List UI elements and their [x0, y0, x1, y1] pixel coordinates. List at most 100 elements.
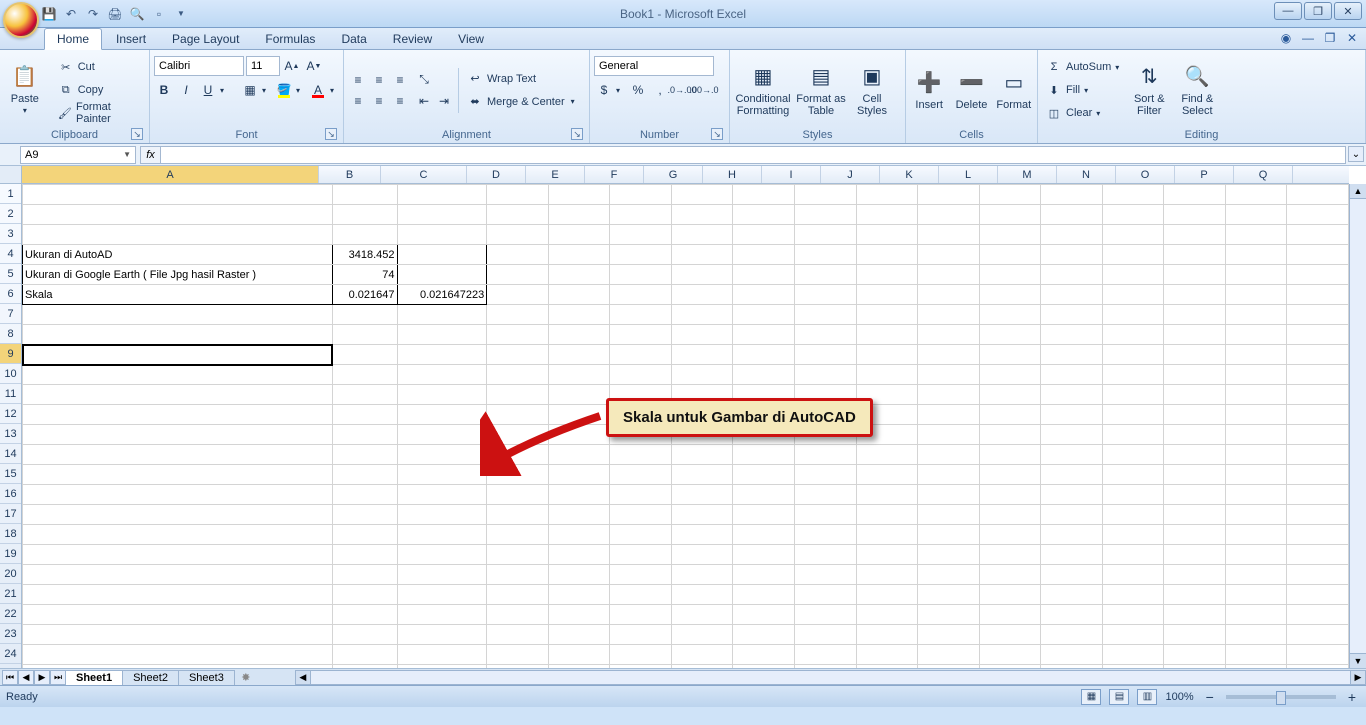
redo-icon[interactable]: ↷ — [84, 5, 102, 23]
cell-B14[interactable] — [332, 445, 397, 465]
cell-O16[interactable] — [1164, 485, 1226, 505]
undo-icon[interactable]: ↶ — [62, 5, 80, 23]
normal-view-button[interactable]: ▦ — [1081, 689, 1101, 705]
cell-A1[interactable] — [23, 185, 333, 205]
underline-button[interactable]: U — [198, 80, 218, 100]
cell-N16[interactable] — [1102, 485, 1164, 505]
cell-H14[interactable] — [733, 445, 795, 465]
cell-G3[interactable] — [671, 225, 733, 245]
cell-A3[interactable] — [23, 225, 333, 245]
cell-K24[interactable] — [918, 645, 980, 665]
cell-I9[interactable] — [794, 345, 856, 365]
cell-G2[interactable] — [671, 205, 733, 225]
row-header-19[interactable]: 19 — [0, 544, 21, 564]
fill-color-dropdown[interactable]: ▾ — [296, 86, 306, 95]
column-header-F[interactable]: F — [585, 166, 644, 183]
cell-G14[interactable] — [671, 445, 733, 465]
cell-C23[interactable] — [397, 625, 487, 645]
cell-I1[interactable] — [794, 185, 856, 205]
number-format-select[interactable] — [594, 56, 714, 76]
close-workbook-button[interactable]: ✕ — [1344, 30, 1360, 46]
cell-A18[interactable] — [23, 525, 333, 545]
cell-P8[interactable] — [1225, 325, 1287, 345]
cell-E5[interactable] — [548, 265, 610, 285]
cell-O22[interactable] — [1164, 605, 1226, 625]
cell-A8[interactable] — [23, 325, 333, 345]
wrap-text-button[interactable]: ↩Wrap Text — [463, 68, 579, 90]
align-top-button[interactable]: ≡ — [348, 70, 368, 90]
cell-B3[interactable] — [332, 225, 397, 245]
row-header-18[interactable]: 18 — [0, 524, 21, 544]
cell-K13[interactable] — [918, 425, 980, 445]
cell-A5[interactable]: Ukuran di Google Earth ( File Jpg hasil … — [23, 265, 333, 285]
row-header-4[interactable]: 4 — [0, 244, 21, 264]
cell-H15[interactable] — [733, 465, 795, 485]
cell-M23[interactable] — [1041, 625, 1103, 645]
cell-C8[interactable] — [397, 325, 487, 345]
cell-P7[interactable] — [1225, 305, 1287, 325]
cell-H17[interactable] — [733, 505, 795, 525]
cell-F9[interactable] — [610, 345, 672, 365]
cell-F7[interactable] — [610, 305, 672, 325]
cell-O13[interactable] — [1164, 425, 1226, 445]
cell-D24[interactable] — [487, 645, 549, 665]
cell-M2[interactable] — [1041, 205, 1103, 225]
cell-C6[interactable]: 0.021647223 — [397, 285, 487, 305]
cell-F14[interactable] — [610, 445, 672, 465]
cell-G10[interactable] — [671, 365, 733, 385]
cell-O15[interactable] — [1164, 465, 1226, 485]
cell-M12[interactable] — [1041, 405, 1103, 425]
cell-O20[interactable] — [1164, 565, 1226, 585]
cell-G15[interactable] — [671, 465, 733, 485]
cell-G7[interactable] — [671, 305, 733, 325]
cell-Q17[interactable] — [1287, 505, 1349, 525]
column-header-A[interactable]: A — [22, 166, 319, 183]
cell-A12[interactable] — [23, 405, 333, 425]
cell-F22[interactable] — [610, 605, 672, 625]
underline-dropdown[interactable]: ▾ — [220, 86, 230, 95]
currency-button[interactable]: $ — [594, 80, 614, 100]
cell-L17[interactable] — [979, 505, 1041, 525]
cell-G23[interactable] — [671, 625, 733, 645]
cell-N9[interactable] — [1102, 345, 1164, 365]
cell-L16[interactable] — [979, 485, 1041, 505]
cell-E11[interactable] — [548, 385, 610, 405]
cell-M17[interactable] — [1041, 505, 1103, 525]
fill-button[interactable]: ⬇Fill▾ — [1042, 79, 1123, 101]
cut-button[interactable]: ✂Cut — [54, 56, 145, 78]
cell-K21[interactable] — [918, 585, 980, 605]
cell-P23[interactable] — [1225, 625, 1287, 645]
cell-K20[interactable] — [918, 565, 980, 585]
cell-I4[interactable] — [794, 245, 856, 265]
format-painter-button[interactable]: 🖌Format Painter — [54, 102, 145, 124]
cell-D19[interactable] — [487, 545, 549, 565]
row-header-15[interactable]: 15 — [0, 464, 21, 484]
cell-F6[interactable] — [610, 285, 672, 305]
cell-C15[interactable] — [397, 465, 487, 485]
cell-Q6[interactable] — [1287, 285, 1349, 305]
cell-O2[interactable] — [1164, 205, 1226, 225]
cell-L23[interactable] — [979, 625, 1041, 645]
column-header-G[interactable]: G — [644, 166, 703, 183]
spreadsheet-grid[interactable]: ABCDEFGHIJKLMNOPQ 1234567891011121314151… — [0, 166, 1366, 685]
cell-E23[interactable] — [548, 625, 610, 645]
cell-B5[interactable]: 74 — [332, 265, 397, 285]
font-size-input[interactable] — [246, 56, 280, 76]
cell-B16[interactable] — [332, 485, 397, 505]
cell-F21[interactable] — [610, 585, 672, 605]
cell-K4[interactable] — [918, 245, 980, 265]
row-header-11[interactable]: 11 — [0, 384, 21, 404]
cell-B10[interactable] — [332, 365, 397, 385]
save-icon[interactable]: 💾 — [40, 5, 58, 23]
cell-P22[interactable] — [1225, 605, 1287, 625]
cell-P2[interactable] — [1225, 205, 1287, 225]
column-header-I[interactable]: I — [762, 166, 821, 183]
cell-I19[interactable] — [794, 545, 856, 565]
font-color-button[interactable]: A — [308, 80, 328, 100]
cell-D21[interactable] — [487, 585, 549, 605]
cell-J9[interactable] — [856, 345, 918, 365]
cell-P13[interactable] — [1225, 425, 1287, 445]
cell-C17[interactable] — [397, 505, 487, 525]
cell-Q9[interactable] — [1287, 345, 1349, 365]
insert-cells-button[interactable]: ➕Insert — [910, 54, 948, 126]
